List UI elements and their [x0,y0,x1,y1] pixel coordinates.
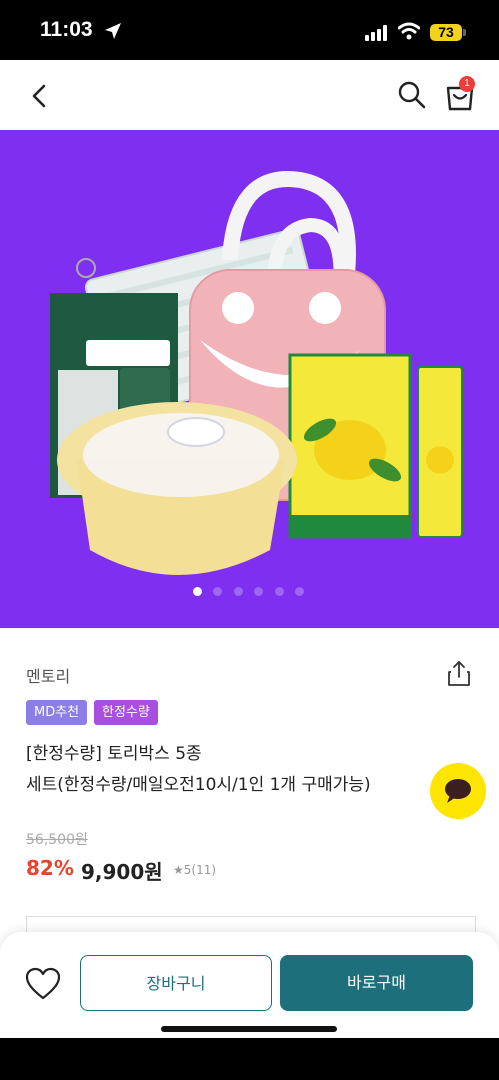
discount-rate: 82% [26,856,74,880]
cellular-signal-icon [365,25,387,41]
product-title: [한정수량] 토리박스 5종 세트(한정수량/매일오전10시/1인 1개 구매가… [26,739,426,801]
carousel-dot[interactable] [213,587,222,596]
carousel-dot[interactable] [275,587,284,596]
wifi-icon [398,22,420,40]
tag-limited-quantity: 한정수량 [94,700,158,725]
bottom-action-bar: 장바구니 바로구매 [0,932,499,1038]
app-header [0,60,499,130]
cart-count-badge: 1 [459,76,475,92]
kakao-chat-button[interactable] [430,763,486,819]
status-bar: 11:03 73 [0,0,499,60]
product-illustration [50,171,463,575]
add-to-cart-button[interactable]: 장바구니 [80,955,272,1011]
carousel-dot[interactable] [295,587,304,596]
battery-cap [463,29,466,36]
brand-name[interactable]: 멘토리 [26,663,70,687]
share-icon[interactable] [446,659,472,687]
chat-bubble-icon [445,779,471,803]
carousel-dot[interactable] [234,587,243,596]
lemon-juice-stick [417,366,463,538]
back-arrow-icon[interactable] [24,80,56,112]
tag-md-recommend: MD추천 [26,700,88,725]
product-title-line1: [한정수량] 토리박스 5종 [26,744,202,764]
original-price: 56,500원 [26,832,88,848]
yellow-pot [57,402,297,575]
heart-icon[interactable] [24,966,62,1002]
status-time: 11:03 [40,18,93,41]
location-arrow-icon [105,23,121,39]
battery-indicator: 73 [430,24,462,41]
rating-summary[interactable]: ★5(11) [173,863,216,877]
sale-price: 9,900원 [81,860,163,884]
product-hero-image[interactable] [0,130,499,628]
home-bar-area [0,1038,499,1080]
home-indicator[interactable] [161,1026,337,1032]
lemon-juice-box [288,353,412,539]
product-title-line2: 세트(한정수량/매일오전10시/1인 1개 구매가능) [26,775,371,795]
search-icon[interactable] [397,80,427,110]
buy-now-button[interactable]: 바로구매 [280,955,473,1011]
carousel-dot[interactable] [254,587,263,596]
carousel-dot[interactable] [193,587,202,596]
